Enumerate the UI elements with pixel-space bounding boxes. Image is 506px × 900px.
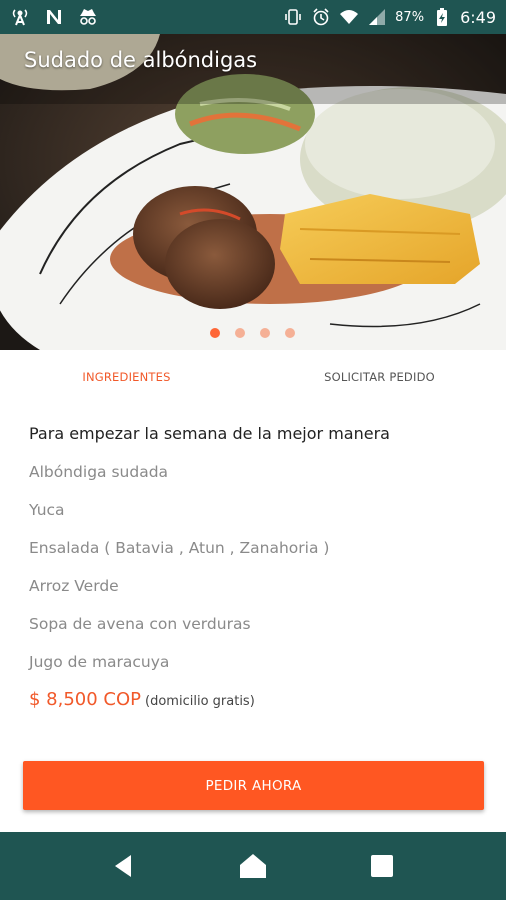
status-bar: 87% 6:49: [0, 0, 506, 34]
ingredient-item: Jugo de maracuya: [29, 653, 170, 671]
price: $ 8,500 COP: [29, 689, 142, 710]
back-icon[interactable]: [104, 846, 144, 886]
pager-dot[interactable]: [235, 328, 245, 338]
incognito-icon: [78, 7, 98, 27]
tab-ingredientes[interactable]: INGREDIENTES: [0, 350, 253, 404]
navigation-bar: [0, 832, 506, 900]
clock: 6:49: [460, 7, 496, 27]
order-now-button[interactable]: PEDIR AHORA: [23, 761, 484, 810]
pager-dot-active[interactable]: [210, 328, 220, 338]
cell-signal-icon: [367, 7, 387, 27]
ingredient-item: Sopa de avena con verduras: [29, 615, 251, 633]
wifi-icon: [339, 7, 359, 27]
dish-photo: [0, 34, 506, 350]
dish-title: Sudado de albóndigas: [24, 48, 258, 72]
tab-bar: INGREDIENTES SOLICITAR PEDIDO: [0, 350, 506, 404]
price-row: $ 8,500 COP (domicilio gratis): [29, 684, 477, 722]
home-icon[interactable]: [233, 846, 273, 886]
carousel-pager: [210, 328, 295, 338]
ingredient-item: Albóndiga sudada: [29, 463, 169, 481]
signal-tower-icon: [10, 7, 30, 27]
ingredient-item: Ensalada ( Batavia , Atun , Zanahoria ): [29, 539, 330, 557]
battery-percent: 87%: [395, 9, 425, 25]
hero-carousel[interactable]: Sudado de albóndigas: [0, 34, 506, 350]
ingredient-item: Yuca: [29, 501, 65, 519]
description-heading: Para empezar la semana de la mejor maner…: [29, 424, 390, 443]
tab-solicitar-pedido[interactable]: SOLICITAR PEDIDO: [253, 350, 506, 404]
alarm-icon: [311, 7, 331, 27]
pager-dot[interactable]: [260, 328, 270, 338]
vibrate-icon: [283, 7, 303, 27]
delivery-note: (domicilio gratis): [145, 694, 255, 709]
n-app-icon: [44, 7, 64, 27]
recents-icon[interactable]: [362, 846, 402, 886]
ingredient-item: Arroz Verde: [29, 577, 119, 595]
ingredients-panel: Para empezar la semana de la mejor maner…: [29, 418, 477, 722]
pager-dot[interactable]: [285, 328, 295, 338]
battery-charging-icon: [432, 7, 452, 27]
